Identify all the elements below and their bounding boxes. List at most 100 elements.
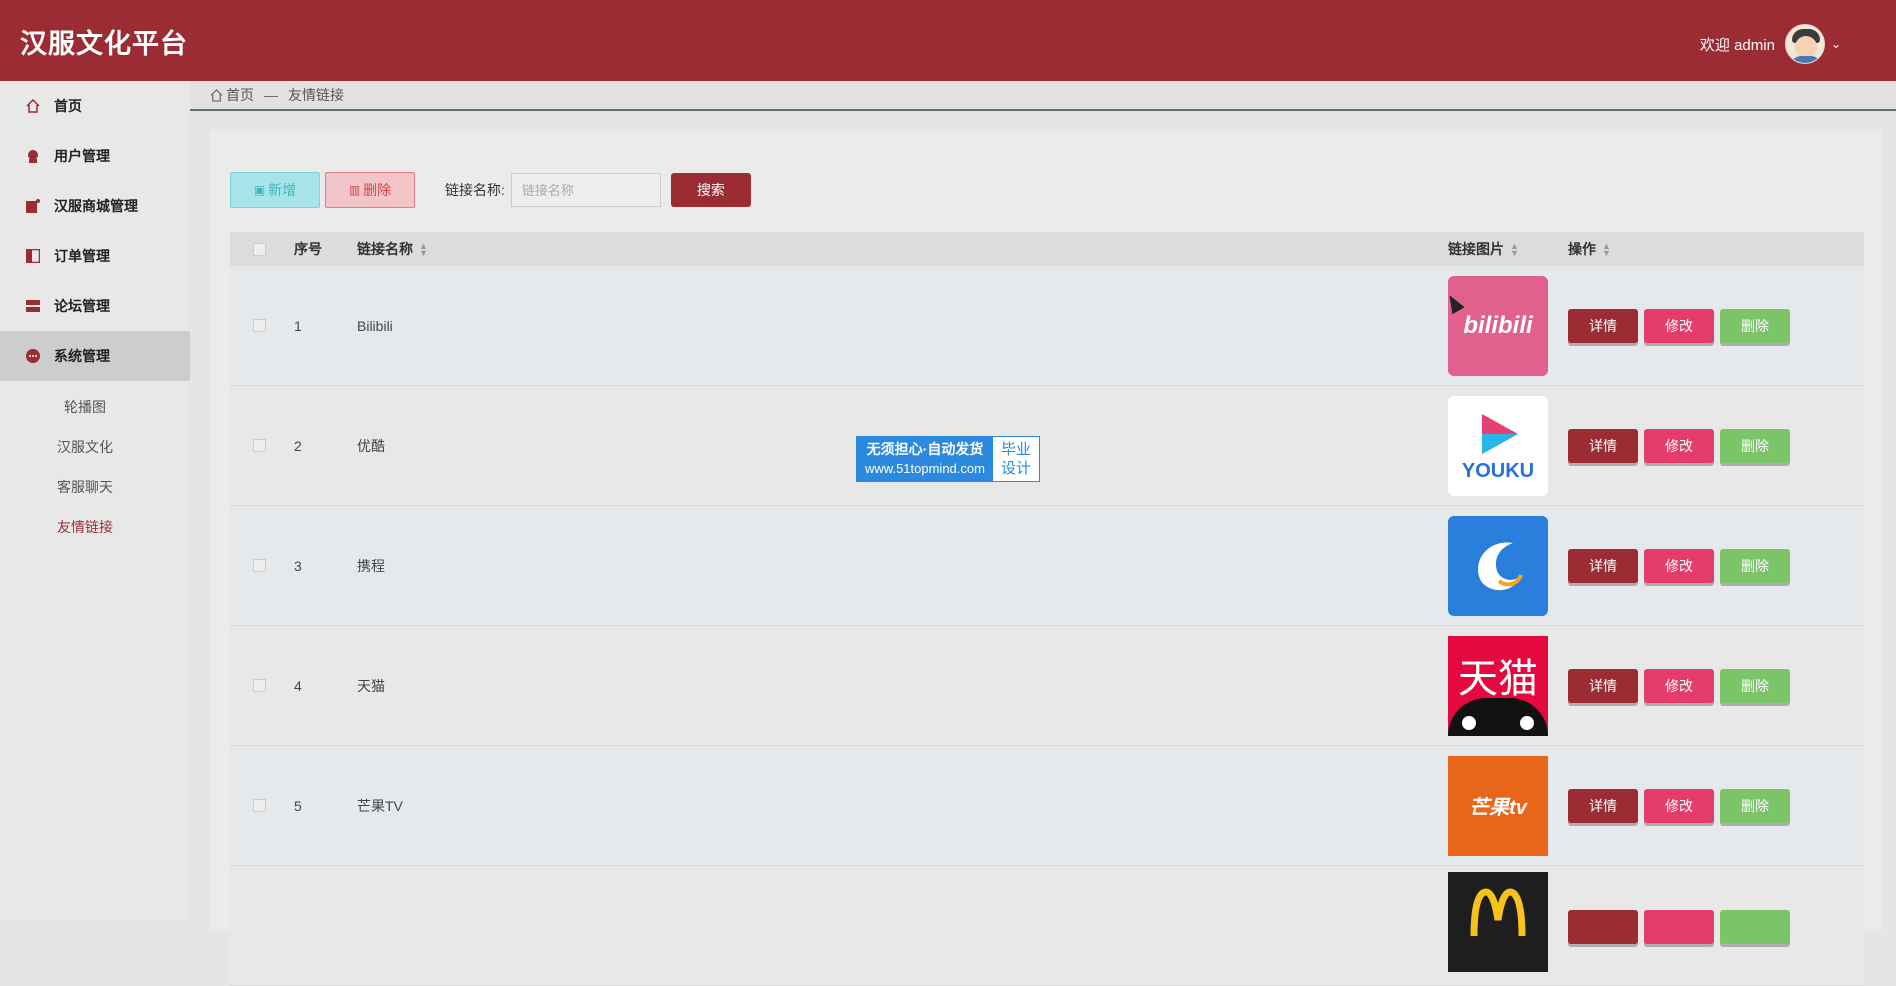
links-table: 序号 链接名称 ▲ ▼ 链接图片 ▲ ▼ 操作 ▲ ▼ 1 Bilibili bilibil… [230,232,1864,986]
golden-arches-icon [1470,888,1526,936]
row-checkbox[interactable] [252,439,266,452]
sort-icon[interactable]: ▲ ▼ [1510,242,1519,258]
watermark-line2: www.51topmind.com [865,461,985,476]
edit-button[interactable] [1644,910,1714,944]
welcome-text: 欢迎 admin [1699,36,1775,54]
top-header: 汉服文化平台 欢迎 admin ⌄ [0,0,1896,81]
delete-button-label: 删除 [363,182,392,198]
bilibili-logo: bilibili [1448,275,1548,376]
table-row: 5 芒果TV 芒果tv 详情 修改 删除 [230,746,1864,866]
remove-button[interactable]: 删除 [1720,668,1790,703]
play-icon [1482,414,1518,454]
row-name: Bilibili [357,317,393,334]
ctrip-logo [1448,515,1548,616]
row-index: 5 [294,797,302,814]
toolbar: ▣ 新增 ▥ 删除 链接名称: 搜索 [230,172,751,208]
shop-icon [26,199,40,213]
detail-button[interactable]: 详情 [1568,548,1638,583]
sidebar-item-orders[interactable]: 订单管理 [0,231,190,281]
breadcrumb-home[interactable]: 首页 [226,85,254,105]
sidebar-item-label: 系统管理 [54,348,110,364]
remove-button[interactable] [1720,910,1790,944]
row-checkbox[interactable] [252,559,266,572]
remove-button[interactable]: 删除 [1720,548,1790,583]
home-icon [210,88,223,102]
detail-button[interactable]: 详情 [1568,788,1638,823]
sidebar-item-label: 论坛管理 [54,298,110,314]
row-index: 1 [294,317,302,334]
edit-button[interactable]: 修改 [1644,548,1714,583]
row-name: 携程 [357,557,385,574]
detail-button[interactable]: 详情 [1568,308,1638,343]
user-icon [28,150,38,163]
sidebar: 首页 用户管理 汉服商城管理 订单管理 论坛管理 系统管理 轮播图 汉服文化 客… [0,81,190,920]
table-row: 3 携程 详情 修改 删除 [230,506,1864,626]
forum-icon [26,300,40,312]
row-index: 2 [294,437,302,454]
remove-button[interactable]: 删除 [1720,308,1790,343]
sidebar-item-users[interactable]: 用户管理 [0,131,190,181]
row-name: 天猫 [357,677,385,694]
remove-button[interactable]: 删除 [1720,788,1790,823]
add-button[interactable]: ▣ 新增 [230,172,320,208]
sort-icon[interactable]: ▲ ▼ [419,242,428,258]
mcdonalds-logo [1448,872,1548,972]
watermark-ad: 无须担心·自动发货 www.51topmind.com 毕业 设计 [856,436,1040,482]
detail-button[interactable] [1568,910,1638,944]
header-ops[interactable]: 操作 ▲ ▼ [1568,239,1611,259]
remove-button[interactable]: 删除 [1720,428,1790,463]
avatar[interactable] [1784,24,1825,64]
tmall-logo: 天猫 [1448,635,1548,736]
table-header: 序号 链接名称 ▲ ▼ 链接图片 ▲ ▼ 操作 ▲ ▼ [230,232,1864,266]
row-checkbox[interactable] [252,319,266,332]
row-name: 芒果TV [357,797,403,814]
row-checkbox[interactable] [252,679,266,692]
breadcrumb-current: 友情链接 [288,87,344,103]
sort-icon[interactable]: ▲ ▼ [1602,242,1611,258]
sidebar-item-system[interactable]: 系统管理 [0,331,190,381]
sidebar-sub-banner[interactable]: 轮播图 [0,387,170,427]
user-menu[interactable]: 欢迎 admin ⌄ [1700,24,1841,64]
dolphin-icon [1478,542,1523,590]
edit-button[interactable]: 修改 [1644,788,1714,823]
row-index: 3 [294,557,302,574]
add-button-label: 新增 [268,182,297,198]
home-icon [26,99,40,113]
search-input[interactable] [510,173,661,207]
table-row: 4 天猫 天猫 详情 修改 删除 [230,626,1864,746]
sidebar-item-shop[interactable]: 汉服商城管理 [0,181,190,231]
detail-button[interactable]: 详情 [1568,428,1638,463]
edit-button[interactable]: 修改 [1644,428,1714,463]
row-checkbox[interactable] [252,799,266,812]
header-image[interactable]: 链接图片 ▲ ▼ [1448,239,1568,259]
search-button[interactable]: 搜索 [670,173,751,207]
edit-button[interactable]: 修改 [1644,308,1714,343]
sidebar-item-label: 用户管理 [54,148,110,164]
sidebar-sub-culture[interactable]: 汉服文化 [0,427,170,467]
table-row: 1 Bilibili bilibili 详情 修改 删除 [230,266,1864,386]
sidebar-item-forum[interactable]: 论坛管理 [0,281,190,331]
edit-button[interactable]: 修改 [1644,668,1714,703]
watermark-right1: 毕业 [1000,441,1031,458]
row-index: 4 [294,677,302,694]
chevron-down-icon[interactable]: ⌄ [1831,37,1841,51]
save-icon: ▣ [253,183,266,197]
sidebar-sub-chat[interactable]: 客服聊天 [0,467,170,507]
search-label: 链接名称: [445,182,505,198]
watermark-right2: 设计 [1000,460,1031,477]
breadcrumb: 首页 — 友情链接 [190,81,1896,111]
header-name[interactable]: 链接名称 ▲ ▼ [357,239,1448,259]
table-row: 2 优酷 YOUKU 详情 修改 删除 [230,386,1864,506]
watermark-line1: 无须担心·自动发货 [866,441,984,457]
sidebar-sub-links[interactable]: 友情链接 [0,507,170,547]
breadcrumb-separator: — [264,87,278,103]
sidebar-item-label: 首页 [54,98,82,114]
header-index: 序号 [294,241,322,257]
sidebar-item-label: 订单管理 [54,248,110,264]
sidebar-item-home[interactable]: 首页 [0,81,190,131]
detail-button[interactable]: 详情 [1568,668,1638,703]
delete-button[interactable]: ▥ 删除 [325,172,415,208]
trash-icon: ▥ [348,183,361,197]
select-all-checkbox[interactable] [252,242,266,256]
mangotv-logo: 芒果tv [1448,755,1548,856]
